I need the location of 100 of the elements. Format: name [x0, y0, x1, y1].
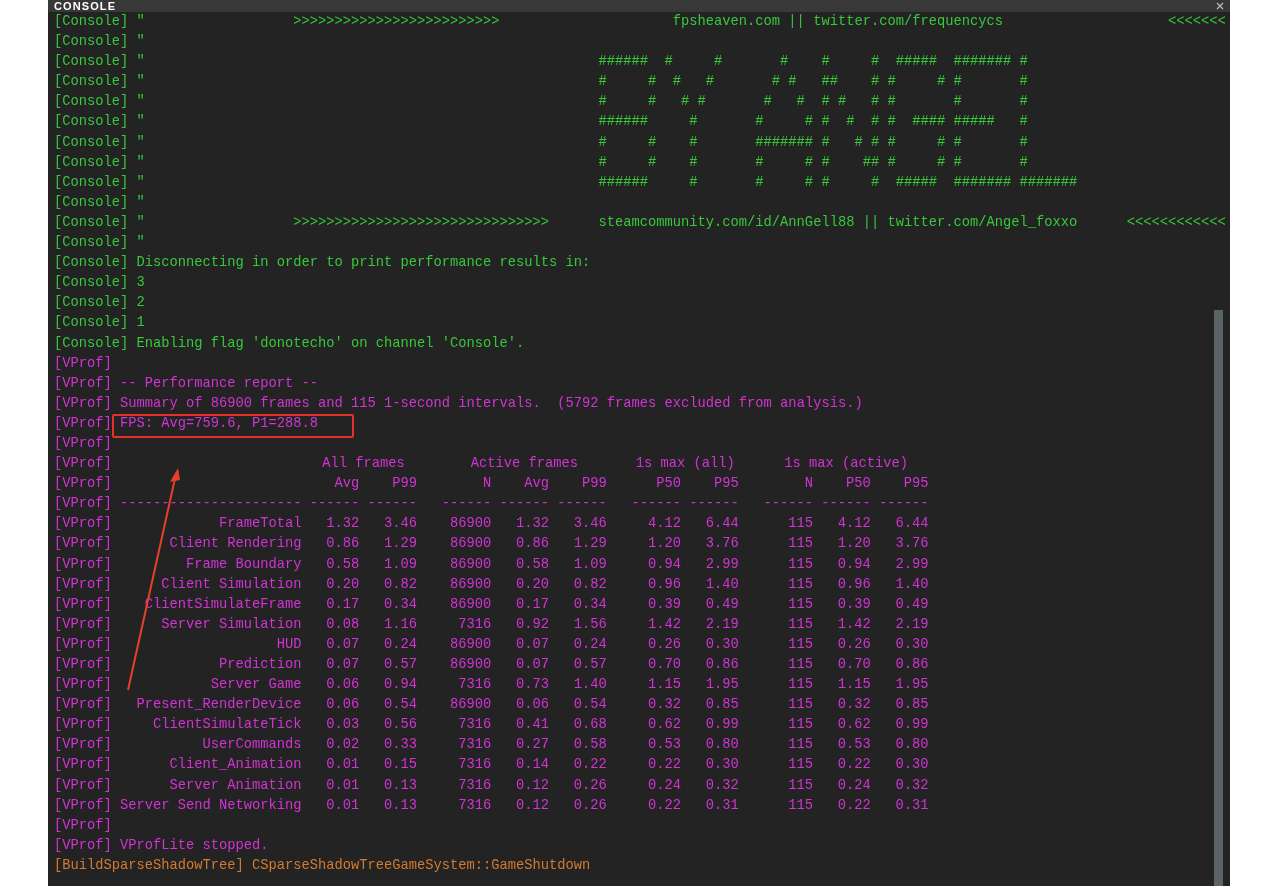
log-tag: [VProf] [54, 815, 112, 836]
table-cell-text: 86900 [449, 555, 492, 574]
table-cell-text: 115 [787, 676, 814, 695]
row-label: UserCommands [201, 736, 302, 755]
table-cell-text: 0.07 [515, 656, 550, 674]
dashed-rule: ------ [879, 495, 929, 514]
table-cell-text: 0.73 [515, 676, 550, 695]
table-cell-text: 86900 [449, 535, 492, 554]
table-cell-text: 0.58 [515, 555, 550, 574]
log-message: FPS: Avg=759.6, P1=288.8 [120, 414, 319, 433]
table-cell-text: 1.32 [515, 515, 550, 534]
log-message: " ###### # # # # # ##### ####### ####### [136, 173, 1078, 192]
row-label: Server Simulation [160, 615, 302, 634]
table-cell-text: 115 [787, 595, 814, 614]
log-message: " ###### # # # # # ##### ####### # [136, 53, 1028, 72]
row-label: Prediction [218, 656, 302, 674]
table-cell-text: 115 [787, 555, 814, 574]
table-cell-text: 0.92 [515, 615, 550, 634]
table-cell-text: 0.70 [836, 656, 871, 674]
table-cell-text: 1.40 [572, 676, 607, 695]
dashed-rule: ---------------------- [120, 495, 302, 514]
table-cell-text: 0.24 [572, 635, 607, 654]
log-tag: [VProf] [54, 695, 112, 716]
column-header: P50 [845, 475, 871, 494]
table-cell-text: 0.94 [383, 676, 418, 695]
table-cell-text: 0.49 [704, 595, 739, 614]
table-cell-text: 1.56 [572, 615, 607, 634]
table-cell-text: 86900 [449, 656, 492, 674]
table-cell-text: 3.46 [572, 515, 607, 534]
table-cell-text: 115 [787, 515, 814, 534]
log-tag: [Console] [54, 212, 129, 234]
table-cell-text: 0.27 [515, 736, 550, 755]
table-cell-text: 0.06 [325, 696, 360, 715]
column-header: P95 [713, 475, 739, 494]
table-cell-text: 0.13 [383, 776, 418, 795]
table-cell-text: 0.26 [647, 635, 682, 654]
log-tag: [VProf] [54, 353, 112, 374]
table-cell-text: 0.12 [515, 796, 550, 815]
log-tag: [VProf] [54, 775, 112, 796]
log-message: " # # # # # # ## # # # # [136, 153, 1028, 172]
table-cell-text: 115 [787, 635, 814, 654]
table-cell-text: 3.76 [704, 535, 739, 554]
log-tag: [VProf] [54, 393, 112, 414]
log-message: " [136, 234, 145, 253]
table-cell-text: 115 [787, 736, 814, 755]
table-cell-text: 0.24 [836, 776, 871, 795]
table-cell-text: 0.80 [704, 736, 739, 755]
table-cell-text: 2.99 [704, 555, 739, 574]
table-cell-text: 0.86 [704, 656, 739, 674]
table-cell-text: 7316 [457, 756, 492, 775]
row-label: Present_RenderDevice [135, 696, 302, 715]
close-icon[interactable] [1216, 2, 1224, 10]
table-cell-text: 0.31 [704, 796, 739, 815]
log-message: -- Performance report -- [120, 374, 319, 393]
table-cell-text: 0.22 [836, 796, 871, 815]
table-cell-text: 4.12 [836, 515, 871, 534]
table-cell-text: 0.56 [383, 716, 418, 735]
table-cell-text: 0.32 [836, 696, 871, 715]
column-header: P99 [581, 475, 607, 494]
table-cell-text: 0.57 [383, 656, 418, 674]
scrollbar-thumb[interactable] [1214, 310, 1223, 886]
row-label: Client Rendering [168, 535, 302, 554]
table-cell-text: 115 [787, 756, 814, 775]
table-cell-text: 6.44 [704, 515, 739, 534]
table-cell-text: 1.32 [325, 515, 360, 534]
log-tag: [VProf] [54, 494, 112, 515]
column-group-header: Active frames [469, 455, 579, 474]
table-cell-text: 115 [787, 716, 814, 735]
row-label: ClientSimulateTick [152, 716, 302, 735]
table-cell-text: 1.42 [836, 615, 871, 634]
table-cell-text: 0.70 [647, 656, 682, 674]
log-tag: [Console] [54, 132, 129, 153]
log-tag: [VProf] [54, 715, 112, 736]
row-label: Server Send Networking [120, 796, 302, 815]
log-message: " ###### # # # # # # # #### ##### # [136, 113, 1028, 132]
table-cell-text: 0.53 [836, 736, 871, 755]
table-cell-text: 1.09 [572, 555, 607, 574]
table-cell-text: 0.32 [647, 696, 682, 715]
table-cell-text: 0.85 [894, 696, 929, 715]
table-cell-text: 0.58 [325, 555, 360, 574]
table-cell-text: 7316 [457, 615, 492, 634]
column-header: Avg [523, 475, 550, 494]
table-cell-text: 0.22 [572, 756, 607, 775]
table-cell-text: 0.34 [572, 595, 607, 614]
table-cell-text: 0.57 [572, 656, 607, 674]
log-tag: [VProf] [54, 594, 112, 615]
table-cell-text: 0.03 [325, 716, 360, 735]
table-cell-text: 1.95 [704, 676, 739, 695]
table-cell-text: 86900 [449, 595, 492, 614]
table-cell-text: 86900 [449, 515, 492, 534]
table-cell-text: 0.22 [836, 756, 871, 775]
table-cell-text: 115 [787, 656, 814, 674]
dashed-rule: ------ [499, 495, 550, 514]
log-tag: [VProf] [54, 373, 112, 394]
log-message: VProfLite stopped. [120, 836, 269, 855]
dashed-rule: ------ [821, 495, 871, 514]
table-cell-text: 0.15 [383, 756, 418, 775]
log-tag: [Console] [54, 313, 129, 334]
log-message: " # # # # # # # # # # # # [136, 93, 1028, 112]
table-cell-text: 0.86 [325, 535, 360, 554]
